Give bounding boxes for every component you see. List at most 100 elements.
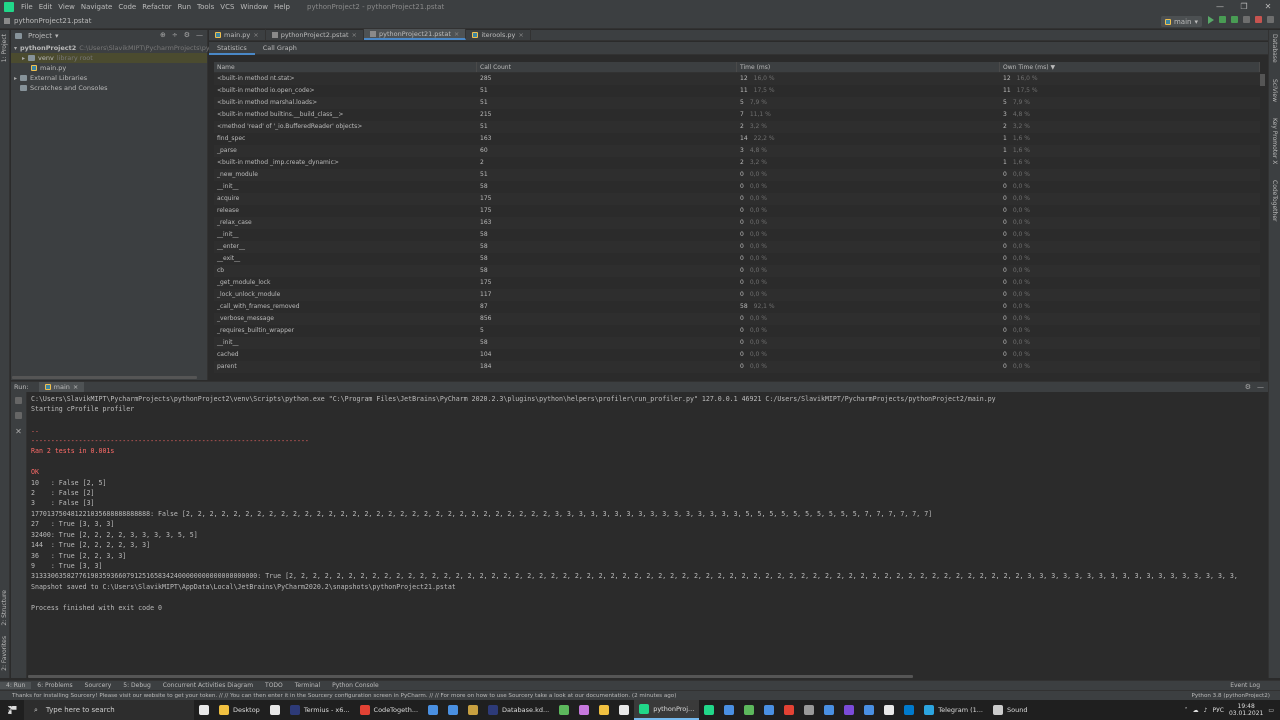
gear-icon[interactable]: ⚙ <box>1245 383 1251 391</box>
tool-tab-sourcery[interactable]: Sourcery <box>79 682 118 689</box>
tool-tab-python-console[interactable]: Python Console <box>326 682 385 689</box>
tab-statistics[interactable]: Statistics <box>209 42 255 55</box>
tool-tab-5-debug[interactable]: 5: Debug <box>117 682 156 689</box>
tree-item-project-root[interactable]: ▾ pythonProject2 C:\Users\SlavikMIPT\Pyc… <box>11 43 243 53</box>
taskbar-app[interactable] <box>614 700 634 720</box>
taskbar-app[interactable]: pythonProj... <box>634 700 700 720</box>
table-row[interactable]: _parse 60 3 4,8 % 1 1,6 % <box>214 145 1260 157</box>
search-everywhere-icon[interactable] <box>1267 16 1274 23</box>
tool-tab-concurrent-activities-diagram[interactable]: Concurrent Activities Diagram <box>157 682 259 689</box>
stop-icon[interactable] <box>15 412 22 419</box>
taskbar-app[interactable]: Telegram (1... <box>919 700 988 720</box>
collapse-icon[interactable]: ÷ <box>172 31 178 39</box>
taskbar-app[interactable] <box>443 700 463 720</box>
menu-help[interactable]: Help <box>271 3 293 11</box>
taskbar-app[interactable]: Termius - x6... <box>285 700 355 720</box>
table-row[interactable]: __init__ 58 0 0,0 % 0 0,0 % <box>214 181 1260 193</box>
codetogether-tool-tab[interactable]: CodeTogether <box>1271 180 1278 222</box>
run-config-selector[interactable]: main ▾ <box>1160 16 1202 27</box>
hide-icon[interactable]: — <box>196 31 203 39</box>
tool-tab-6-problems[interactable]: 6: Problems <box>31 682 78 689</box>
menu-edit[interactable]: Edit <box>36 3 56 11</box>
taskbar-app[interactable]: CodeTogeth... <box>355 700 423 720</box>
run-icon[interactable] <box>1208 16 1214 24</box>
editor-tab[interactable]: pythonProject21.pstat × <box>363 29 467 40</box>
database-tool-tab[interactable]: Database <box>1271 34 1278 63</box>
favorites-tool-tab[interactable]: 2: Favorites <box>1 636 9 671</box>
rerun-icon[interactable] <box>15 397 22 404</box>
taskbar-app[interactable] <box>699 700 719 720</box>
menu-refactor[interactable]: Refactor <box>139 3 174 11</box>
table-vertical-scrollbar[interactable] <box>1260 74 1265 86</box>
table-row[interactable]: _lock_unlock_module 117 0 0,0 % 0 0,0 % <box>214 289 1260 301</box>
language-indicator[interactable]: РУС <box>1213 707 1224 714</box>
key-promoter-tool-tab[interactable]: Key Promoter X <box>1271 118 1278 164</box>
table-row[interactable]: find_spec 163 14 22,2 % 1 1,6 % <box>214 133 1260 145</box>
taskbar-app[interactable] <box>799 700 819 720</box>
menu-code[interactable]: Code <box>115 3 139 11</box>
profile-icon[interactable] <box>1243 16 1250 23</box>
taskbar-app[interactable] <box>574 700 594 720</box>
event-log-tab[interactable]: Event Log <box>1224 682 1266 689</box>
close-icon[interactable]: × <box>73 383 78 391</box>
table-row[interactable]: cached 104 0 0,0 % 0 0,0 % <box>214 349 1260 361</box>
table-row[interactable]: __enter__ 58 0 0,0 % 0 0,0 % <box>214 241 1260 253</box>
close-icon[interactable]: × <box>518 31 523 39</box>
tree-item-external-libraries[interactable]: ▸ External Libraries <box>11 73 207 83</box>
table-row[interactable]: cb 58 0 0,0 % 0 0,0 % <box>214 265 1260 277</box>
chevron-up-icon[interactable]: ˄ <box>1185 707 1188 714</box>
taskbar-app[interactable] <box>779 700 799 720</box>
notifications-icon[interactable]: ▭ <box>1268 707 1274 714</box>
console-horizontal-scrollbar[interactable] <box>28 675 913 678</box>
taskbar-app[interactable]: Desktop <box>214 700 265 720</box>
table-row[interactable]: release 175 0 0,0 % 0 0,0 % <box>214 205 1260 217</box>
table-row[interactable]: __init__ 58 0 0,0 % 0 0,0 % <box>214 337 1260 349</box>
taskbar-app[interactable] <box>594 700 614 720</box>
sciview-tool-tab[interactable]: SciView <box>1271 79 1278 102</box>
table-row[interactable]: _get_module_lock 175 0 0,0 % 0 0,0 % <box>214 277 1260 289</box>
structure-tool-tab[interactable]: 2: Structure <box>1 590 9 626</box>
table-row[interactable]: <method 'read' of '_io.BufferedReader' o… <box>214 121 1260 133</box>
tree-item-scratches[interactable]: Scratches and Consoles <box>11 83 207 93</box>
debug-icon[interactable] <box>1219 16 1226 23</box>
breadcrumb[interactable]: pythonProject21.pstat <box>14 17 91 25</box>
table-row[interactable]: _new_module 51 0 0,0 % 0 0,0 % <box>214 169 1260 181</box>
tree-item-venv[interactable]: ▸ venv library root <box>11 53 207 63</box>
table-row[interactable]: <built-in method nt.stat> 285 12 16,0 % 12 16… <box>214 73 1260 85</box>
close-icon[interactable]: × <box>454 30 459 38</box>
table-row[interactable]: <built-in method builtins.__build_class_… <box>214 109 1260 121</box>
table-row[interactable]: _relax_case 163 0 0,0 % 0 0,0 % <box>214 217 1260 229</box>
taskbar-app[interactable] <box>265 700 285 720</box>
coverage-icon[interactable] <box>1231 16 1238 23</box>
volume-icon[interactable]: ♪ <box>1204 707 1208 714</box>
clock[interactable]: 19:48 03.01.2021 <box>1229 703 1263 717</box>
cloud-icon[interactable]: ☁ <box>1193 707 1199 714</box>
table-row[interactable]: acquire 175 0 0,0 % 0 0,0 % <box>214 193 1260 205</box>
taskbar-app[interactable] <box>859 700 879 720</box>
taskbar-app[interactable] <box>463 700 483 720</box>
stop-icon[interactable] <box>1255 16 1262 23</box>
chevron-down-icon[interactable]: ▾ <box>55 32 59 40</box>
tab-call-graph[interactable]: Call Graph <box>255 42 305 55</box>
tool-tab-terminal[interactable]: Terminal <box>289 682 326 689</box>
taskbar-app[interactable] <box>423 700 443 720</box>
maximize-button[interactable]: ❐ <box>1232 0 1256 14</box>
taskbar-app[interactable] <box>819 700 839 720</box>
locate-icon[interactable]: ⊕ <box>160 31 166 39</box>
taskbar-app[interactable] <box>719 700 739 720</box>
table-row[interactable]: __init__ 58 0 0,0 % 0 0,0 % <box>214 229 1260 241</box>
tool-tab-4-run[interactable]: 4: Run <box>0 682 32 689</box>
taskbar-app[interactable] <box>194 700 214 720</box>
table-row[interactable]: <built-in method _imp.create_dynamic> 2 2 3… <box>214 157 1260 169</box>
taskbar-app[interactable] <box>739 700 759 720</box>
taskbar-app[interactable] <box>839 700 859 720</box>
taskbar-app[interactable] <box>759 700 779 720</box>
column-header-time[interactable]: Time (ms) <box>737 62 1000 72</box>
project-horizontal-scrollbar[interactable] <box>12 376 197 379</box>
table-row[interactable]: <built-in method marshal.loads> 51 5 7,9 % 5… <box>214 97 1260 109</box>
column-header-name[interactable]: Name <box>214 62 477 72</box>
table-row[interactable]: parent 184 0 0,0 % 0 0,0 % <box>214 361 1260 373</box>
table-row[interactable]: <built-in method io.open_code> 51 11 17,5 %… <box>214 85 1260 97</box>
menu-file[interactable]: File <box>18 3 36 11</box>
close-button[interactable]: ✕ <box>1256 0 1280 14</box>
